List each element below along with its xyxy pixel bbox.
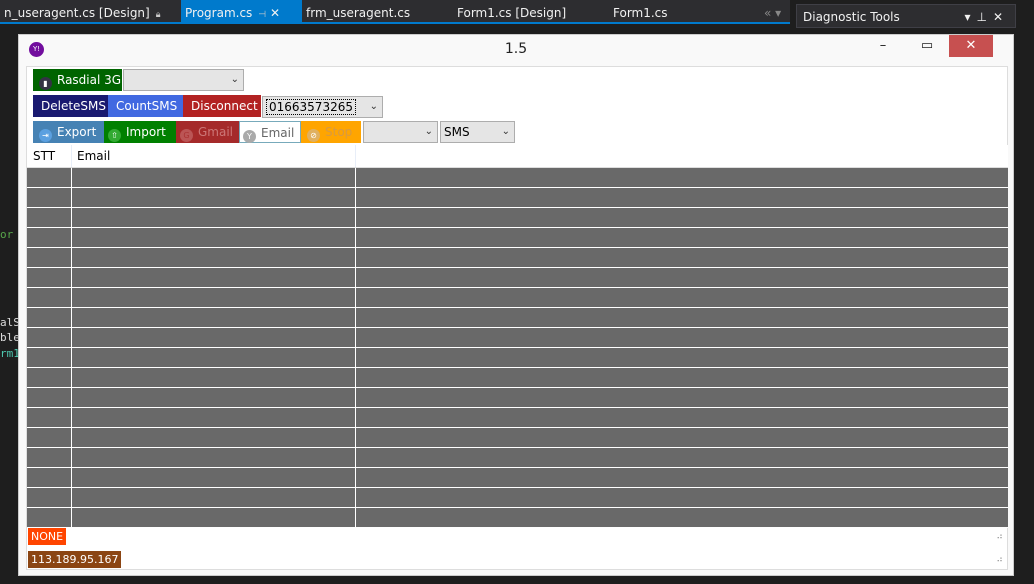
table-row[interactable] [27, 288, 1008, 308]
table-row[interactable] [27, 508, 1008, 528]
close-icon[interactable]: ✕ [270, 6, 280, 20]
tab-overflow-icon[interactable]: « ▾ [760, 0, 785, 24]
button-label: Email [261, 126, 295, 140]
panel-controls[interactable]: ▾⊥✕ [964, 5, 1009, 29]
table-row[interactable] [27, 468, 1008, 488]
ip-badge: 113.189.95.167 [28, 551, 122, 568]
table-row[interactable] [27, 188, 1008, 208]
table-row[interactable] [27, 408, 1008, 428]
code-fragment: rm1 [0, 347, 20, 360]
table-row[interactable] [27, 348, 1008, 368]
minimize-button[interactable]: – [861, 35, 905, 57]
title-bar: Y! 1.5 – ▭ ✕ [19, 35, 1013, 63]
resize-grip-icon[interactable]: ⠴ [996, 555, 1003, 565]
ide-tab-bar: n_useragent.cs [Design] 🔒︎ Program.cs ⊣ ✕ … [0, 0, 790, 24]
table-row[interactable] [27, 268, 1008, 288]
table-row[interactable] [27, 208, 1008, 228]
tab-label: Form1.cs [Design] [457, 6, 567, 20]
tab-program[interactable]: Program.cs ⊣ ✕ [181, 0, 302, 24]
table-row[interactable] [27, 248, 1008, 268]
phone-combo[interactable]: 01663573265 ⌄ [262, 96, 383, 118]
main-panel: ▮ Rasdial 3G ⌄ DeleteSMS CountSMS Disconn… [26, 66, 1008, 570]
rasdial-combo[interactable]: ⌄ [123, 69, 244, 91]
mode-combo[interactable]: ⌄ [363, 121, 438, 143]
stop-icon: ⊘ [307, 129, 320, 142]
chevron-down-icon: ⌄ [501, 126, 510, 137]
button-label: Stop [325, 125, 353, 139]
button-label: Gmail [198, 125, 234, 139]
table-row[interactable] [27, 368, 1008, 388]
disconnect-button[interactable]: Disconnect [183, 95, 261, 117]
import-button[interactable]: ⇧ Import [104, 121, 176, 143]
table-row[interactable] [27, 428, 1008, 448]
type-combo[interactable]: SMS ⌄ [440, 121, 515, 143]
app-window: Y! 1.5 – ▭ ✕ ▮ Rasdial 3G ⌄ DeleteSMS Cou… [18, 34, 1014, 576]
tab-frm-useragent[interactable]: frm_useragent.cs [302, 0, 414, 24]
status-badge: NONE [28, 528, 67, 545]
google-plus-icon: G [180, 129, 193, 142]
button-label: Rasdial 3G [57, 73, 122, 87]
export-icon: ⇥ [39, 129, 52, 142]
lock-icon: 🔒︎ [155, 10, 161, 20]
tab-useragent-design[interactable]: n_useragent.cs [Design] 🔒︎ [0, 0, 165, 24]
table-row[interactable] [27, 448, 1008, 468]
tab-label: Form1.cs [613, 6, 668, 20]
chevron-down-icon: ⌄ [230, 74, 239, 85]
table-row[interactable] [27, 388, 1008, 408]
column-header-stt[interactable]: STT [33, 149, 55, 163]
email-button[interactable]: Y Email [239, 121, 301, 143]
chevron-down-icon: ⌄ [369, 101, 378, 112]
import-icon: ⇧ [108, 129, 121, 142]
signal-icon: ▮ [39, 77, 52, 90]
table-row[interactable] [27, 328, 1008, 348]
type-value: SMS [444, 125, 470, 139]
export-button[interactable]: ⇥ Export [33, 121, 104, 143]
email-grid[interactable]: STT Email [27, 145, 1008, 528]
tab-form1-design[interactable]: Form1.cs [Design] [453, 0, 570, 24]
column-header-email[interactable]: Email [77, 149, 110, 163]
resize-grip-icon[interactable]: ⠴ [996, 532, 1003, 542]
table-row[interactable] [27, 488, 1008, 508]
count-sms-button[interactable]: CountSMS [108, 95, 183, 117]
yahoo-icon: Y [243, 130, 256, 143]
maximize-button[interactable]: ▭ [905, 35, 949, 57]
table-row[interactable] [27, 308, 1008, 328]
code-fragment: alS [0, 316, 20, 329]
close-button[interactable]: ✕ [949, 35, 993, 57]
button-label: Import [126, 125, 166, 139]
chevron-down-icon: ⌄ [424, 126, 433, 137]
phone-value: 01663573265 [266, 99, 356, 115]
code-fragment: or [0, 228, 14, 241]
tab-label: n_useragent.cs [Design] [4, 6, 150, 20]
delete-sms-button[interactable]: DeleteSMS [33, 95, 108, 117]
tab-label: Program.cs [185, 6, 253, 20]
diagnostic-tools-panel: Diagnostic Tools ▾⊥✕ [796, 4, 1016, 28]
stop-button[interactable]: ⊘ Stop [301, 121, 361, 143]
rasdial-button[interactable]: ▮ Rasdial 3G [33, 69, 122, 91]
code-fragment: ble [0, 331, 20, 344]
tab-form1[interactable]: Form1.cs [609, 0, 672, 24]
gmail-button[interactable]: G Gmail [176, 121, 239, 143]
table-row[interactable] [27, 228, 1008, 248]
table-row[interactable] [27, 168, 1008, 188]
grid-header: STT Email [27, 145, 1008, 168]
button-label: Export [57, 125, 97, 139]
panel-title: Diagnostic Tools [803, 10, 900, 24]
pin-icon[interactable]: ⊣ [258, 10, 266, 20]
tab-label: frm_useragent.cs [306, 6, 411, 20]
